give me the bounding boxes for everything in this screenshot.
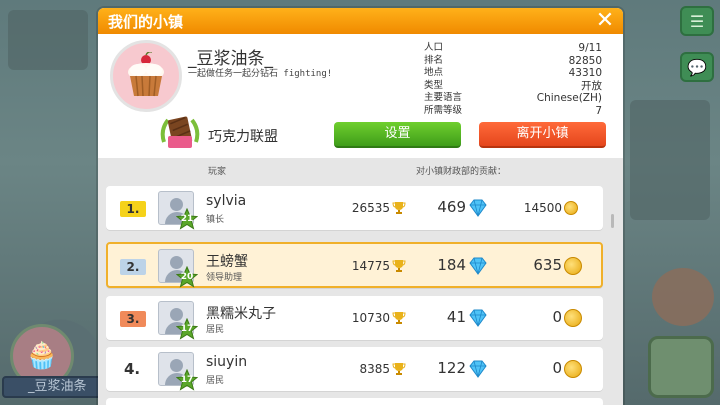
gem-count: 122 <box>437 359 466 377</box>
rank-number: 4. <box>124 360 141 378</box>
gem-count: 41 <box>446 308 466 326</box>
coin-count: 0 <box>552 359 562 377</box>
member-row[interactable]: 2. 20 王螃蟹 领导助理 14775 184 635 <box>106 242 603 288</box>
column-header-contribution: 对小镇财政部的贡献： <box>416 167 507 177</box>
info-label-population: 人口 <box>424 42 444 53</box>
coin-icon <box>564 257 582 275</box>
chat-icon: 💬 <box>687 57 707 77</box>
player-role: 居民 <box>206 325 225 335</box>
town-slogan: 一起做任务一起分钻石 fighting! <box>188 69 333 79</box>
rank-badge: 1. <box>120 201 146 217</box>
coin-icon <box>564 201 578 215</box>
member-row[interactable]: 4. 17 siuyin 居民 8385 122 0 <box>106 347 603 391</box>
player-role: 镇长 <box>206 215 225 225</box>
trophy-count: 14775 <box>351 259 390 273</box>
town-info-values: 9/11 82850 43310 开放 Chinese(ZH) 7 <box>498 42 602 118</box>
gem-count: 469 <box>437 198 466 216</box>
level-number: 21 <box>180 214 194 224</box>
player-role: 居民 <box>206 376 225 386</box>
player-name: sylvia <box>206 193 247 209</box>
trophy-icon <box>392 312 406 324</box>
info-label-location: 地点 <box>424 67 444 79</box>
alliance-name[interactable]: 巧克力联盟 <box>208 126 278 146</box>
level-number: 17 <box>180 375 194 385</box>
trophy-icon <box>392 202 406 214</box>
player-profile-name[interactable]: _豆浆油条 <box>2 376 108 398</box>
member-row[interactable] <box>106 398 603 405</box>
info-label-required-level: 所需等级 <box>424 104 463 116</box>
cupcake-icon <box>128 52 164 97</box>
chat-button[interactable]: 💬 <box>680 52 714 82</box>
gem-count: 184 <box>437 256 466 274</box>
level-number: 17 <box>180 324 194 334</box>
coin-icon <box>564 309 582 327</box>
info-label-language: 主要语言 <box>424 92 463 104</box>
modal-title-bar: 我们的小镇 ✕ <box>98 8 623 34</box>
coin-count: 0 <box>552 308 562 326</box>
rank-badge: 2. <box>120 259 146 275</box>
level-number: 20 <box>180 272 194 282</box>
background-building <box>8 10 88 70</box>
town-modal: 我们的小镇 ✕ _豆浆油条_ 一起做任务一起分钻石 fighting! 人口 排… <box>98 8 623 405</box>
info-label-type: 类型 <box>424 79 444 91</box>
coin-count: 635 <box>533 256 562 274</box>
info-value-type: 开放 <box>581 79 602 92</box>
player-name: 黑糯米丸子 <box>206 306 276 322</box>
town-info-labels: 人口 排名 地点 类型 主要语言 所需等级 <box>424 42 462 118</box>
cupcake-icon: 🧁 <box>25 341 59 371</box>
info-value-location: 43310 <box>568 67 602 80</box>
trophy-count: 10730 <box>351 311 390 325</box>
player-name: siuyin <box>206 354 248 370</box>
member-row[interactable]: 3. 17 黑糯米丸子 居民 10730 41 0 <box>106 296 603 340</box>
leave-town-button[interactable]: 离开小镇 <box>479 122 606 148</box>
chocolate-emblem-icon <box>160 116 200 148</box>
trophy-icon <box>392 260 406 272</box>
info-value-required-level: 7 <box>595 104 602 117</box>
list-icon: ☰ <box>689 11 705 31</box>
column-header-player: 玩家 <box>208 167 227 177</box>
member-table: 玩家 对小镇财政部的贡献： 1. 21 sylvia 镇长 26535 469 … <box>98 158 623 405</box>
info-value-rank: 82850 <box>568 54 602 67</box>
gem-icon <box>469 199 487 217</box>
trophy-count: 8385 <box>359 362 390 376</box>
coin-icon <box>564 360 582 378</box>
gem-icon <box>469 309 487 327</box>
town-avatar <box>110 40 182 112</box>
balloon-icon[interactable] <box>652 268 714 326</box>
info-value-language: Chinese(ZH) <box>536 92 602 105</box>
trophy-count: 26535 <box>351 201 390 215</box>
rank-badge: 3. <box>120 311 146 327</box>
player-name: 王螃蟹 <box>206 254 248 270</box>
player-role: 领导助理 <box>206 273 243 283</box>
scrollbar[interactable] <box>611 214 614 228</box>
menu-list-button[interactable]: ☰ <box>680 6 714 36</box>
modal-title: 我们的小镇 <box>108 13 184 31</box>
background-building <box>630 100 710 220</box>
gem-icon <box>469 360 487 378</box>
trophy-icon <box>392 363 406 375</box>
shop-icon[interactable] <box>648 336 714 398</box>
coin-count: 14500 <box>523 201 562 215</box>
gem-icon <box>469 257 487 275</box>
info-label-rank: 排名 <box>424 54 444 66</box>
settings-button[interactable]: 设置 <box>334 122 461 148</box>
close-icon[interactable]: ✕ <box>593 9 617 33</box>
member-row[interactable]: 1. 21 sylvia 镇长 26535 469 14500 <box>106 186 603 230</box>
info-value-population: 9/11 <box>578 42 602 54</box>
